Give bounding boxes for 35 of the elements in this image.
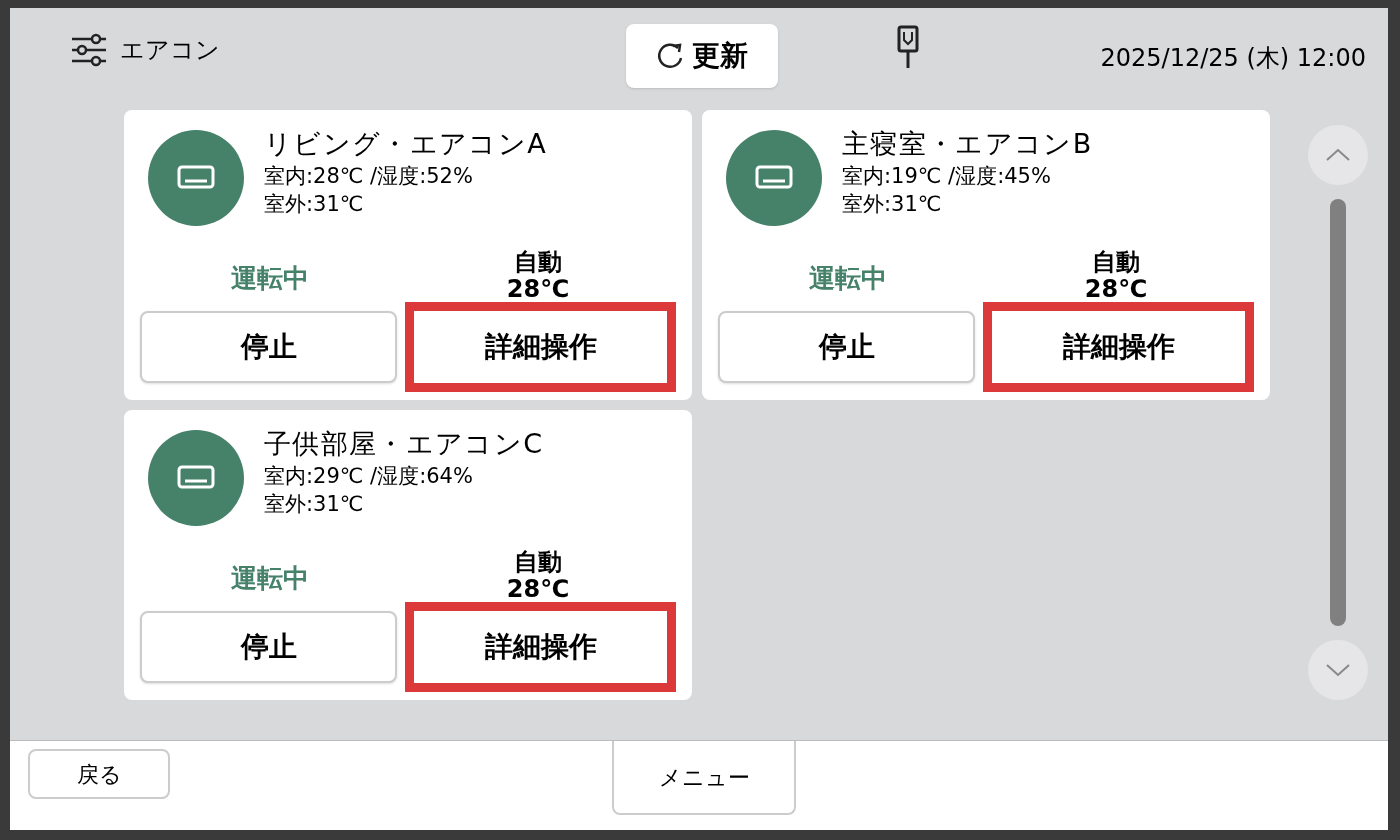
stop-button[interactable]: 停止: [718, 311, 975, 383]
mode-text: 自動: [514, 548, 562, 576]
detail-button[interactable]: 詳細操作: [405, 302, 676, 392]
unit-name: リビング・エアコンA: [264, 127, 547, 161]
chevron-up-icon: [1325, 148, 1351, 162]
indoor-reading: 室内:28℃ /湿度:52%: [264, 163, 474, 190]
datetime-text: 2025/12/25 (木) 12:00: [1100, 43, 1366, 74]
stop-button[interactable]: 停止: [140, 311, 397, 383]
indoor-reading: 室内:19℃ /湿度:45%: [842, 163, 1052, 190]
unit-name: 子供部屋・エアコンC: [264, 427, 544, 461]
setpoint-text: 28℃: [506, 576, 570, 602]
outdoor-reading: 室外:31℃: [842, 191, 943, 218]
outdoor-reading: 室外:31℃: [264, 191, 365, 218]
detail-button[interactable]: 詳細操作: [983, 302, 1254, 392]
status-text: 運転中: [231, 562, 309, 595]
stop-button[interactable]: 停止: [140, 611, 397, 683]
settings-sliders-icon[interactable]: [70, 33, 108, 67]
setpoint-text: 28℃: [506, 276, 570, 302]
outdoor-reading: 室外:31℃: [264, 491, 365, 518]
pin-icon: [896, 24, 920, 70]
detail-button[interactable]: 詳細操作: [405, 602, 676, 692]
indoor-reading: 室内:29℃ /湿度:64%: [264, 463, 474, 490]
chevron-down-icon: [1325, 663, 1351, 677]
menu-button[interactable]: メニュー: [612, 741, 796, 815]
status-text: 運転中: [231, 262, 309, 295]
mode-text: 自動: [514, 248, 562, 276]
page-title: エアコン: [120, 35, 220, 66]
refresh-button[interactable]: 更新: [626, 24, 778, 88]
mode-text: 自動: [1092, 248, 1140, 276]
setpoint-text: 28℃: [1084, 276, 1148, 302]
status-text: 運転中: [809, 262, 887, 295]
scrollbar-thumb[interactable]: [1330, 199, 1346, 626]
refresh-icon: [656, 42, 684, 70]
unit-name: 主寝室・エアコンB: [842, 127, 1093, 161]
back-button[interactable]: 戻る: [28, 749, 170, 799]
